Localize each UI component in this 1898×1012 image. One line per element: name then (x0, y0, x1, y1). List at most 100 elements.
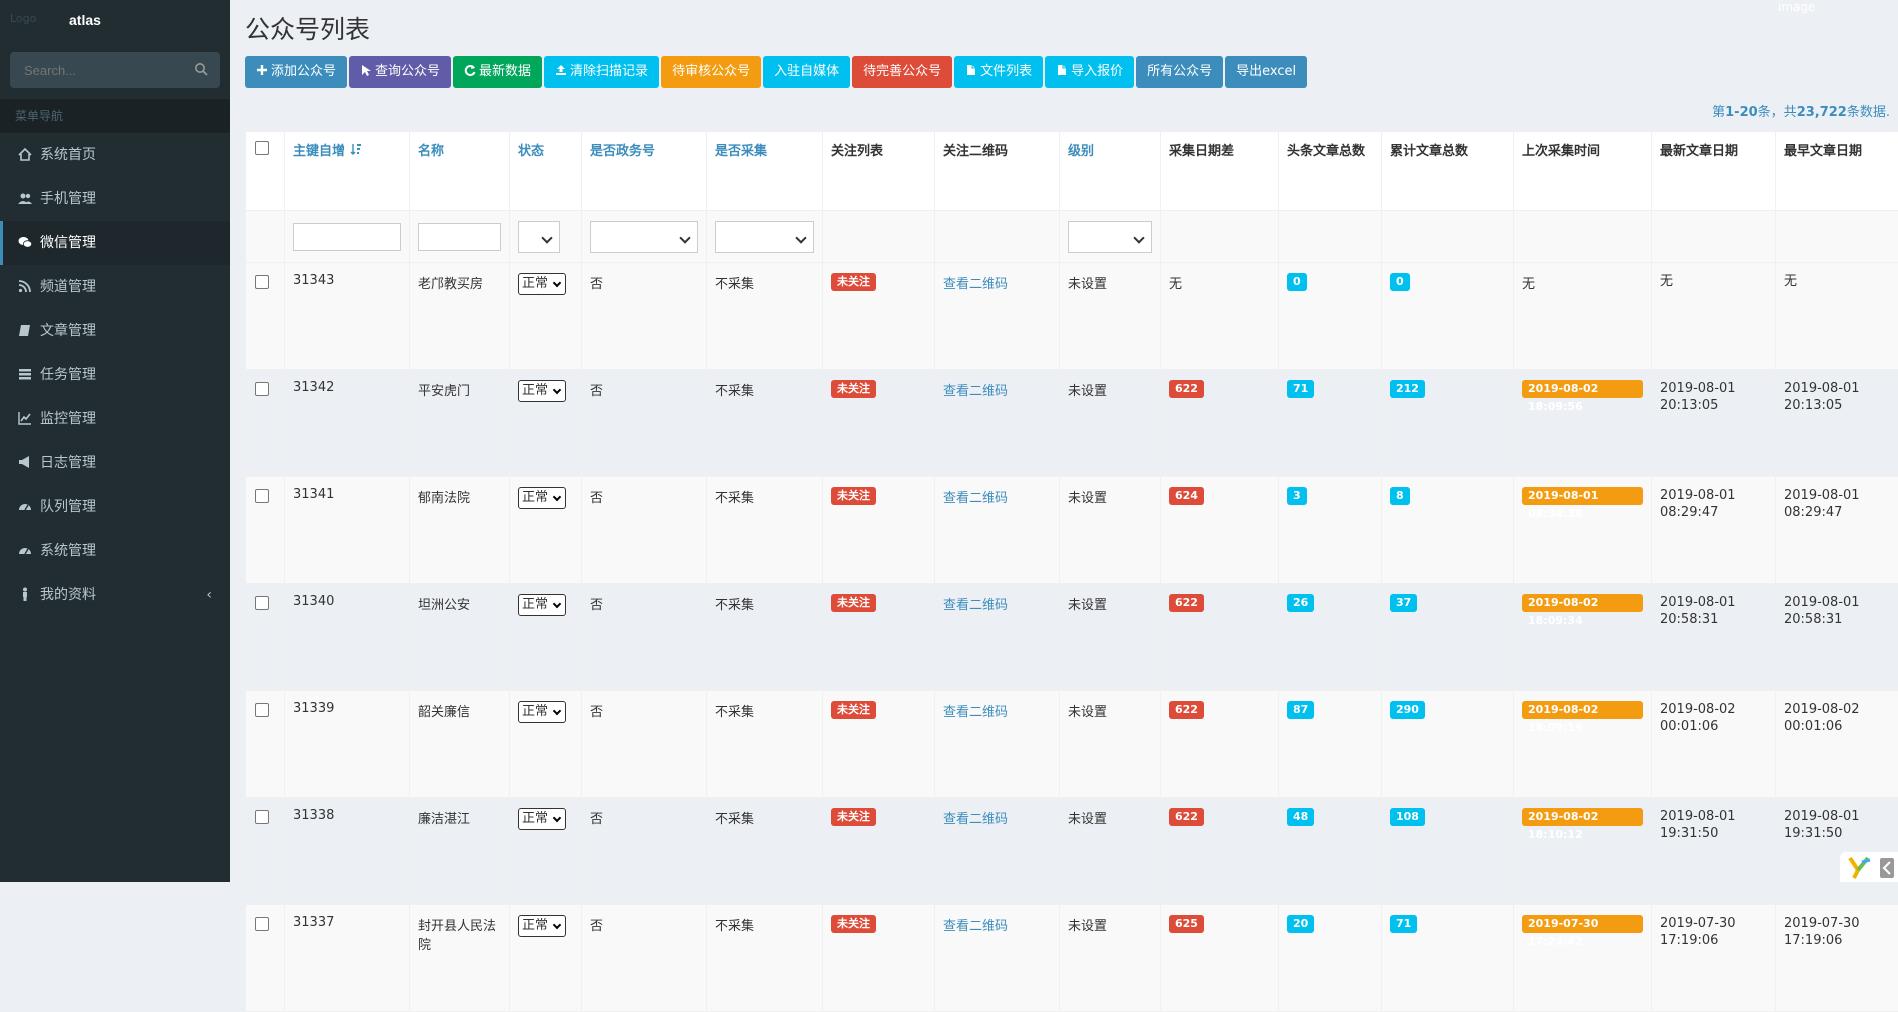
filter-select[interactable] (590, 221, 698, 253)
table-cell: 不采集 (707, 691, 823, 798)
toolbar-button-2[interactable]: 最新数据 (453, 56, 542, 88)
toolbar-button-5[interactable]: 入驻自媒体 (763, 56, 850, 88)
column-header-link[interactable]: 是否政务号 (590, 144, 655, 159)
sidebar-item-4[interactable]: 文章管理 (0, 309, 230, 353)
logo-image: Logo (10, 12, 70, 26)
column-header-6: 关注二维码 (935, 132, 1060, 211)
toolbar-button-10[interactable]: 导出excel (1225, 56, 1307, 88)
column-header-link[interactable]: 级别 (1068, 144, 1094, 159)
table-cell: 不采集 (707, 477, 823, 584)
sidebar-item-9[interactable]: 系统管理 (0, 529, 230, 573)
status-select[interactable]: 正常 (518, 701, 566, 723)
column-header-3[interactable]: 是否政务号 (582, 132, 707, 211)
view-qr-link[interactable]: 查看二维码 (943, 277, 1008, 292)
column-header-0[interactable]: 主键自增 (285, 132, 410, 211)
status-select[interactable]: 正常 (518, 487, 566, 509)
head-count-badge: 48 (1287, 808, 1314, 826)
column-header-link[interactable]: 名称 (418, 144, 444, 159)
view-qr-link[interactable]: 查看二维码 (943, 919, 1008, 934)
column-header-4[interactable]: 是否采集 (707, 132, 823, 211)
toolbar-button-3[interactable]: 清除扫描记录 (544, 56, 659, 88)
level-cell: 未设置 (1068, 812, 1107, 827)
table-cell: 622 (1161, 691, 1279, 798)
sidebar-item-0[interactable]: 系统首页 (0, 133, 230, 177)
column-header-12: 最新文章日期 (1652, 132, 1776, 211)
table-cell: 否 (582, 263, 707, 370)
filter-cell (1279, 211, 1382, 263)
head-count-badge: 3 (1287, 487, 1307, 505)
table-cell: 0 (1279, 263, 1382, 370)
sidebar-item-8[interactable]: 队列管理 (0, 485, 230, 529)
status-select[interactable]: 正常 (518, 808, 566, 830)
search-input[interactable] (10, 52, 218, 88)
newest-date-cell: 2019-08-01 19:31:50 (1660, 808, 1750, 842)
collect-cell: 不采集 (715, 384, 754, 399)
id-cell: 31343 (293, 273, 334, 288)
row-checkbox[interactable] (255, 703, 269, 717)
row-checkbox[interactable] (255, 810, 269, 824)
view-qr-link[interactable]: 查看二维码 (943, 812, 1008, 827)
filter-select[interactable] (518, 221, 560, 253)
sidebar-item-1[interactable]: 手机管理 (0, 177, 230, 221)
sidebar-item-3[interactable]: 频道管理 (0, 265, 230, 309)
status-select[interactable]: 正常 (518, 273, 566, 295)
debug-toolbar-widget[interactable] (1840, 852, 1898, 882)
view-qr-link[interactable]: 查看二维码 (943, 598, 1008, 613)
view-qr-link[interactable]: 查看二维码 (943, 491, 1008, 506)
select-all-checkbox[interactable] (255, 141, 269, 155)
id-cell: 31337 (293, 915, 334, 930)
table-header-row: 主键自增 名称状态是否政务号是否采集关注列表关注二维码级别采集日期差头条文章总数… (246, 132, 1898, 211)
toolbar-button-4[interactable]: 待审核公众号 (661, 56, 761, 88)
column-header-link[interactable]: 是否采集 (715, 144, 767, 159)
table-cell: 无 (1652, 263, 1776, 370)
row-checkbox[interactable] (255, 596, 269, 610)
table-cell: 71 (1382, 905, 1514, 1012)
gov-cell: 否 (590, 919, 603, 934)
toolbar-button-7[interactable]: 文件列表 (954, 56, 1043, 88)
filter-input[interactable] (293, 223, 401, 251)
toolbar-button-9[interactable]: 所有公众号 (1136, 56, 1223, 88)
toolbar-button-6[interactable]: 待完善公众号 (852, 56, 952, 88)
brand[interactable]: Logo atlas (0, 0, 230, 42)
menu-header: 菜单导航 (0, 99, 230, 133)
column-header-13: 最早文章日期 (1776, 132, 1898, 211)
row-checkbox[interactable] (255, 382, 269, 396)
toolbar-button-1[interactable]: 查询公众号 (349, 56, 451, 88)
row-checkbox[interactable] (255, 275, 269, 289)
name-cell: 韶关廉信 (418, 705, 470, 720)
filter-select[interactable] (715, 221, 814, 253)
sort-desc-icon[interactable] (350, 143, 362, 155)
sidebar-item-6[interactable]: 监控管理 (0, 397, 230, 441)
sidebar-item-5[interactable]: 任务管理 (0, 353, 230, 397)
status-select[interactable]: 正常 (518, 594, 566, 616)
filter-input[interactable] (418, 223, 501, 251)
status-value: 正常 (522, 811, 548, 826)
chevron-down-icon (553, 921, 561, 929)
table-cell: 2019-08-02 18:09:34 (1514, 584, 1652, 691)
sidebar-item-7[interactable]: 日志管理 (0, 441, 230, 485)
sidebar-item-label: 微信管理 (40, 235, 96, 251)
toolbar-button-8[interactable]: 导入报价 (1045, 56, 1134, 88)
toolbar-button-0[interactable]: 添加公众号 (245, 56, 347, 88)
view-qr-link[interactable]: 查看二维码 (943, 705, 1008, 720)
total-count-badge: 37 (1390, 594, 1417, 612)
row-checkbox[interactable] (255, 917, 269, 931)
status-select[interactable]: 正常 (518, 380, 566, 402)
view-qr-link[interactable]: 查看二维码 (943, 384, 1008, 399)
chevron-down-icon (553, 707, 561, 715)
row-checkbox[interactable] (255, 489, 269, 503)
sort-link[interactable]: 主键自增 (293, 144, 345, 159)
search-icon[interactable] (194, 62, 208, 76)
status-select[interactable]: 正常 (518, 915, 566, 937)
column-header-link[interactable]: 状态 (518, 144, 544, 159)
column-header-2[interactable]: 状态 (510, 132, 582, 211)
sidebar-item-2[interactable]: 微信管理 (0, 221, 230, 265)
last-badge: 2019-08-02 18:10:12 (1522, 808, 1643, 826)
filter-select[interactable] (1068, 221, 1152, 253)
column-header-1[interactable]: 名称 (410, 132, 510, 211)
sidebar-item-10[interactable]: 我的资料‹ (0, 573, 230, 617)
column-header-7[interactable]: 级别 (1060, 132, 1161, 211)
chevron-down-icon (553, 600, 561, 608)
column-header-label: 采集日期差 (1169, 144, 1234, 159)
table-cell: 290 (1382, 691, 1514, 798)
